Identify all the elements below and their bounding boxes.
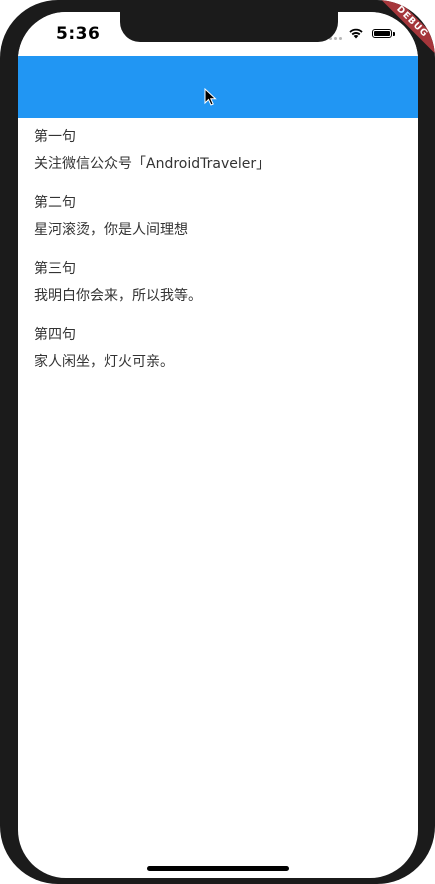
status-time: 5:36 — [56, 24, 101, 44]
verse-text: 家人闲坐，灯火可亲。 — [34, 354, 174, 370]
verse-title: 第一句 — [34, 129, 76, 145]
app-bar — [18, 56, 418, 118]
verse-title: 第三句 — [34, 261, 76, 277]
list-item: 第二句 星河滚烫，你是人间理想 — [34, 194, 404, 240]
verse-title: 第四句 — [34, 327, 76, 343]
debug-banner-corner: DEBUG — [375, 0, 435, 60]
verse-text: 我明白你会来，所以我等。 — [34, 288, 202, 304]
list-item: 第一句 关注微信公众号「AndroidTraveler」 — [34, 128, 404, 174]
verse-text: 关注微信公众号「AndroidTraveler」 — [34, 156, 271, 172]
home-indicator[interactable] — [147, 866, 289, 871]
debug-banner: DEBUG — [375, 0, 435, 59]
list-item: 第三句 我明白你会来，所以我等。 — [34, 260, 404, 306]
list-item: 第四句 家人闲坐，灯火可亲。 — [34, 326, 404, 372]
verse-title: 第二句 — [34, 195, 76, 211]
wifi-icon — [349, 28, 363, 39]
device-frame: 5:36 第一句 关注微信公众号「AndroidTraveler」 第二句 星河… — [0, 0, 435, 884]
notch — [120, 12, 338, 42]
screen: 5:36 第一句 关注微信公众号「AndroidTraveler」 第二句 星河… — [18, 12, 418, 878]
verse-list: 第一句 关注微信公众号「AndroidTraveler」 第二句 星河滚烫，你是… — [34, 128, 404, 392]
mouse-cursor-icon — [204, 88, 217, 106]
verse-text: 星河滚烫，你是人间理想 — [34, 222, 188, 238]
